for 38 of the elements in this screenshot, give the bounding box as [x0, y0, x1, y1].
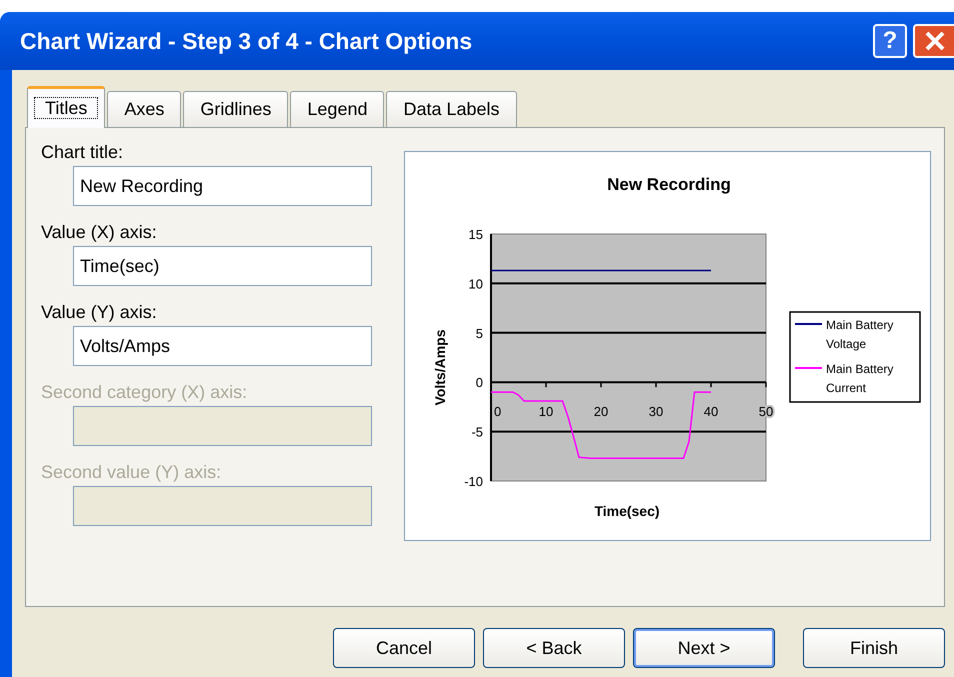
tab[interactable]: Data Labels	[386, 91, 517, 127]
field-label: Value (Y) axis:	[41, 301, 158, 324]
close-icon	[924, 30, 946, 52]
x-tick-label: 50	[758, 404, 774, 420]
x-tick-label: 40	[704, 404, 718, 420]
field-label: Second category (X) axis:	[41, 381, 248, 404]
dialog-button[interactable]: Cancel	[333, 628, 475, 668]
y-tick-label: 0	[476, 375, 483, 390]
y-tick-label: -10	[464, 474, 483, 489]
y-tick-label: 5	[476, 326, 483, 341]
dialog-button[interactable]: Finish	[803, 628, 945, 668]
help-button[interactable]: ?	[873, 24, 907, 58]
legend-label: Main Battery Current	[826, 361, 894, 397]
chart-title: New Recording	[607, 175, 731, 194]
text-field[interactable]: Time(sec)	[73, 246, 372, 286]
text-field[interactable]: New Recording	[73, 166, 372, 206]
x-tick-label: 10	[538, 404, 554, 420]
y-axis-title: Volts/Amps	[432, 330, 448, 406]
x-tick-label: 30	[648, 404, 664, 420]
dialog-button[interactable]: Next >	[633, 628, 775, 668]
dialog-button[interactable]: < Back	[483, 628, 625, 668]
field-label: Chart title:	[41, 141, 124, 164]
text-field[interactable]: Volts/Amps	[73, 326, 372, 366]
y-tick-label: 10	[468, 276, 483, 292]
x-axis-title: Time(sec)	[594, 503, 660, 519]
tab[interactable]: Axes	[107, 91, 182, 127]
tab[interactable]: Gridlines	[183, 91, 288, 127]
field-label: Second value (Y) axis:	[41, 461, 222, 484]
legend-label: Main Battery Voltage	[826, 317, 894, 353]
x-tick-label: 20	[594, 404, 608, 420]
tab[interactable]: Legend	[290, 91, 384, 127]
close-button[interactable]	[913, 24, 954, 58]
window-title: Chart Wizard - Step 3 of 4 - Chart Options	[20, 26, 474, 56]
x-tick-label: 0	[494, 404, 502, 420]
tab[interactable]: Titles	[27, 86, 106, 128]
field-label: Value (X) axis:	[41, 221, 158, 244]
y-tick-label: -5	[471, 424, 483, 440]
y-tick-label: 15	[468, 227, 483, 242]
